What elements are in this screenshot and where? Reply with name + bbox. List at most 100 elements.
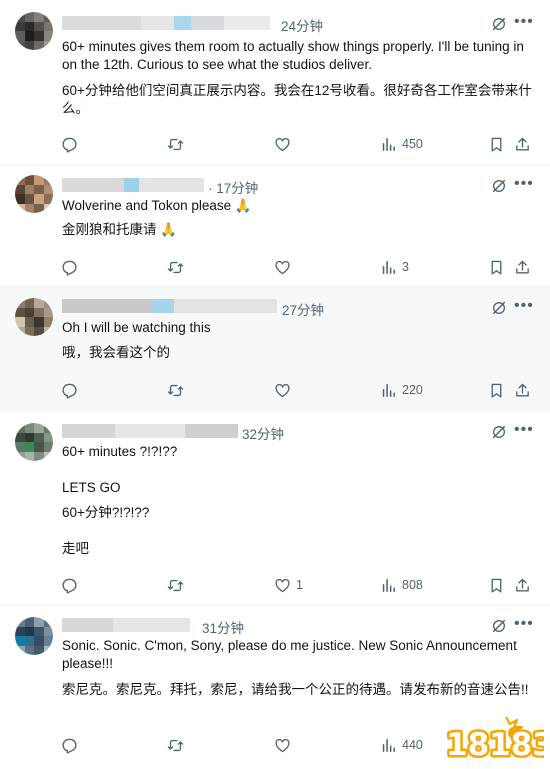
- share-button[interactable]: [514, 576, 531, 594]
- blurred-username[interactable]: [62, 299, 277, 313]
- views-count: 3: [402, 260, 409, 274]
- share-icon: [514, 136, 531, 153]
- views-count: 808: [402, 578, 423, 592]
- reply-button[interactable]: [61, 258, 78, 276]
- views-button[interactable]: 3: [380, 258, 409, 276]
- like-button[interactable]: [274, 736, 291, 754]
- views-button[interactable]: 450: [380, 135, 423, 153]
- retweet-icon: [167, 382, 184, 399]
- more-icon[interactable]: •••: [514, 176, 534, 192]
- retweet-icon: [167, 577, 184, 594]
- bookmark-button[interactable]: [488, 576, 505, 594]
- avatar[interactable]: [15, 175, 53, 213]
- more-icon[interactable]: •••: [514, 298, 534, 314]
- share-button[interactable]: [514, 258, 531, 276]
- like-button[interactable]: 1: [274, 576, 303, 594]
- bookmark-icon: [488, 577, 505, 594]
- blurred-username[interactable]: [62, 16, 270, 30]
- retweet-button[interactable]: [167, 576, 184, 594]
- like-icon: [274, 136, 291, 153]
- reply-button[interactable]: [61, 135, 78, 153]
- tweet-text: LETS GO: [62, 480, 121, 495]
- tweet[interactable]: 24分钟 ••• 60+ minutes gives them room to …: [0, 0, 550, 165]
- retweet-button[interactable]: [167, 736, 184, 754]
- tweet-time[interactable]: 27分钟: [282, 299, 324, 319]
- views-icon: [380, 577, 397, 594]
- tweet-text: Wolverine and Tokon please 🙏: [62, 198, 252, 213]
- retweet-button[interactable]: [167, 135, 184, 153]
- blurred-username[interactable]: [62, 424, 238, 438]
- views-button[interactable]: 220: [380, 381, 423, 399]
- grok-icon[interactable]: [491, 300, 507, 316]
- reply-icon: [61, 259, 78, 276]
- views-count: 440: [402, 738, 423, 752]
- views-button[interactable]: 440: [380, 736, 423, 754]
- views-count: 220: [402, 383, 423, 397]
- reply-button[interactable]: [61, 736, 78, 754]
- bookmark-icon: [488, 259, 505, 276]
- share-icon: [514, 382, 531, 399]
- like-icon: [274, 259, 291, 276]
- tweet-translation: 60+分钟给他们空间真正展示内容。我会在12号收看。很好奇各工作室会带来什么。: [62, 83, 532, 116]
- tweet-time[interactable]: 32分钟: [242, 423, 284, 443]
- blurred-username[interactable]: [62, 618, 190, 632]
- like-button[interactable]: [274, 381, 291, 399]
- bookmark-button[interactable]: [488, 258, 505, 276]
- tweet-translation: 哦，我会看这个的: [62, 345, 170, 360]
- more-icon[interactable]: •••: [514, 616, 534, 632]
- grok-icon[interactable]: [491, 618, 507, 634]
- tweet[interactable]: 32分钟 ••• 60+ minutes ?!?!?? LETS GO 60+分…: [0, 411, 550, 605]
- reply-icon: [61, 577, 78, 594]
- reply-icon: [61, 136, 78, 153]
- retweet-button[interactable]: [167, 258, 184, 276]
- avatar[interactable]: [15, 423, 53, 461]
- like-icon: [274, 737, 291, 754]
- grok-icon[interactable]: [491, 178, 507, 194]
- tweet-text: 60+ minutes ?!?!??: [62, 444, 178, 459]
- reply-button[interactable]: [61, 576, 78, 594]
- blurred-username[interactable]: [62, 178, 204, 192]
- grok-icon[interactable]: [491, 424, 507, 440]
- like-icon: [274, 577, 291, 594]
- tweet-translation: 60+分钟?!?!??: [62, 505, 150, 520]
- grok-icon[interactable]: [491, 16, 507, 32]
- tweet[interactable]: · 17分钟 ••• Wolverine and Tokon please 🙏 …: [0, 165, 550, 287]
- like-button[interactable]: [274, 258, 291, 276]
- tweet-time[interactable]: 31分钟: [202, 617, 244, 637]
- retweet-icon: [167, 136, 184, 153]
- retweet-button[interactable]: [167, 381, 184, 399]
- reply-button[interactable]: [61, 381, 78, 399]
- reply-icon: [61, 737, 78, 754]
- views-icon: [380, 737, 397, 754]
- tweet[interactable]: 27分钟 ••• Oh I will be watching this 哦，我会…: [0, 287, 550, 411]
- tweet-text: 60+ minutes gives them room to actually …: [62, 39, 524, 72]
- share-button[interactable]: [514, 135, 531, 153]
- avatar[interactable]: [15, 12, 53, 50]
- bookmark-icon: [488, 382, 505, 399]
- tweet-translation: 走吧: [62, 541, 89, 556]
- more-icon[interactable]: •••: [514, 422, 534, 438]
- retweet-icon: [167, 737, 184, 754]
- views-button[interactable]: 808: [380, 576, 423, 594]
- views-count: 450: [402, 137, 423, 151]
- bookmark-button[interactable]: [488, 135, 505, 153]
- retweet-icon: [167, 259, 184, 276]
- views-icon: [380, 259, 397, 276]
- tweet-time[interactable]: 24分钟: [281, 15, 323, 35]
- share-button[interactable]: [514, 381, 531, 399]
- watermark-logo: 18183: [444, 716, 544, 761]
- share-icon: [514, 577, 531, 594]
- bookmark-icon: [488, 136, 505, 153]
- like-button[interactable]: [274, 135, 291, 153]
- watermark-text: 18183: [446, 727, 544, 761]
- more-icon[interactable]: •••: [514, 14, 534, 30]
- like-icon: [274, 382, 291, 399]
- tweet-text: Sonic. Sonic. C'mon, Sony, please do me …: [62, 638, 517, 671]
- likes-count: 1: [296, 578, 303, 592]
- share-icon: [514, 259, 531, 276]
- tweet-time[interactable]: · 17分钟: [208, 177, 258, 197]
- views-icon: [380, 136, 397, 153]
- avatar[interactable]: [15, 617, 53, 655]
- bookmark-button[interactable]: [488, 381, 505, 399]
- avatar[interactable]: [15, 298, 53, 336]
